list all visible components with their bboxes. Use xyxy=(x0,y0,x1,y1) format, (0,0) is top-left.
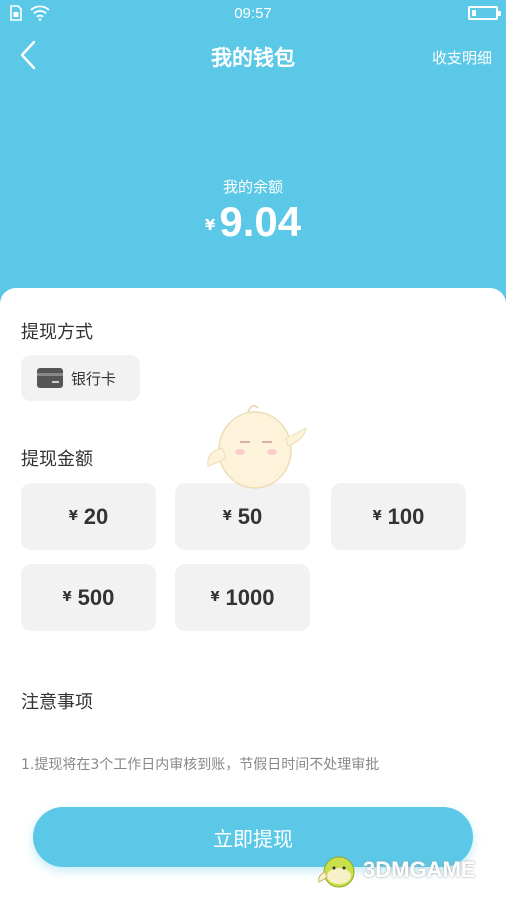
balance-value: 9.04 xyxy=(219,198,302,245)
amount-value: 100 xyxy=(387,503,425,529)
amount-value: 500 xyxy=(77,584,115,610)
balance-currency: ¥ xyxy=(204,216,216,234)
amount-currency: ¥ xyxy=(68,509,78,524)
amount-option-20[interactable]: ¥20 xyxy=(21,483,156,550)
bank-card-label: 银行卡 xyxy=(71,369,117,388)
amount-currency: ¥ xyxy=(222,509,232,524)
watermark-text: 3DMGAME xyxy=(363,857,476,882)
site-watermark: 3DMGAME xyxy=(315,850,475,890)
bank-card-option[interactable]: 银行卡 xyxy=(21,355,140,401)
notes-title: 注意事项 xyxy=(21,692,93,713)
balance-label: 我的余额 xyxy=(222,178,283,196)
note-item: 1.提现将在3个工作日内审核到账，节假日时间不处理审批 xyxy=(21,757,380,773)
page-title: 我的钱包 xyxy=(211,46,295,70)
withdraw-method-title: 提现方式 xyxy=(21,322,93,343)
amount-option-500[interactable]: ¥500 xyxy=(21,564,156,631)
amount-value: 1000 xyxy=(225,584,275,610)
status-time: 09:57 xyxy=(234,5,272,22)
balance-amount: ¥9.04 xyxy=(0,198,506,246)
transaction-details-link[interactable]: 收支明细 xyxy=(432,47,492,68)
mascot-logo-icon xyxy=(318,856,355,888)
battery-icon xyxy=(468,6,501,20)
amount-value: 20 xyxy=(83,503,109,529)
amount-currency: ¥ xyxy=(210,590,220,605)
amount-option-1000[interactable]: ¥1000 xyxy=(175,564,310,631)
nav-bar: 我的钱包 收支明细 xyxy=(0,28,506,84)
mascot-watermark-icon xyxy=(207,404,307,489)
amount-value: 50 xyxy=(237,503,263,529)
amount-currency: ¥ xyxy=(372,509,382,524)
amount-currency: ¥ xyxy=(62,590,72,605)
withdraw-amount-title: 提现金额 xyxy=(21,449,93,470)
status-bar: 09:57 xyxy=(0,0,506,28)
withdraw-panel: 提现方式 银行卡 提现金额 ¥20 ¥50 ¥100 ¥500 ¥1000 注意… xyxy=(0,288,506,900)
bank-card-icon xyxy=(37,368,63,388)
amount-option-100[interactable]: ¥100 xyxy=(331,483,466,550)
